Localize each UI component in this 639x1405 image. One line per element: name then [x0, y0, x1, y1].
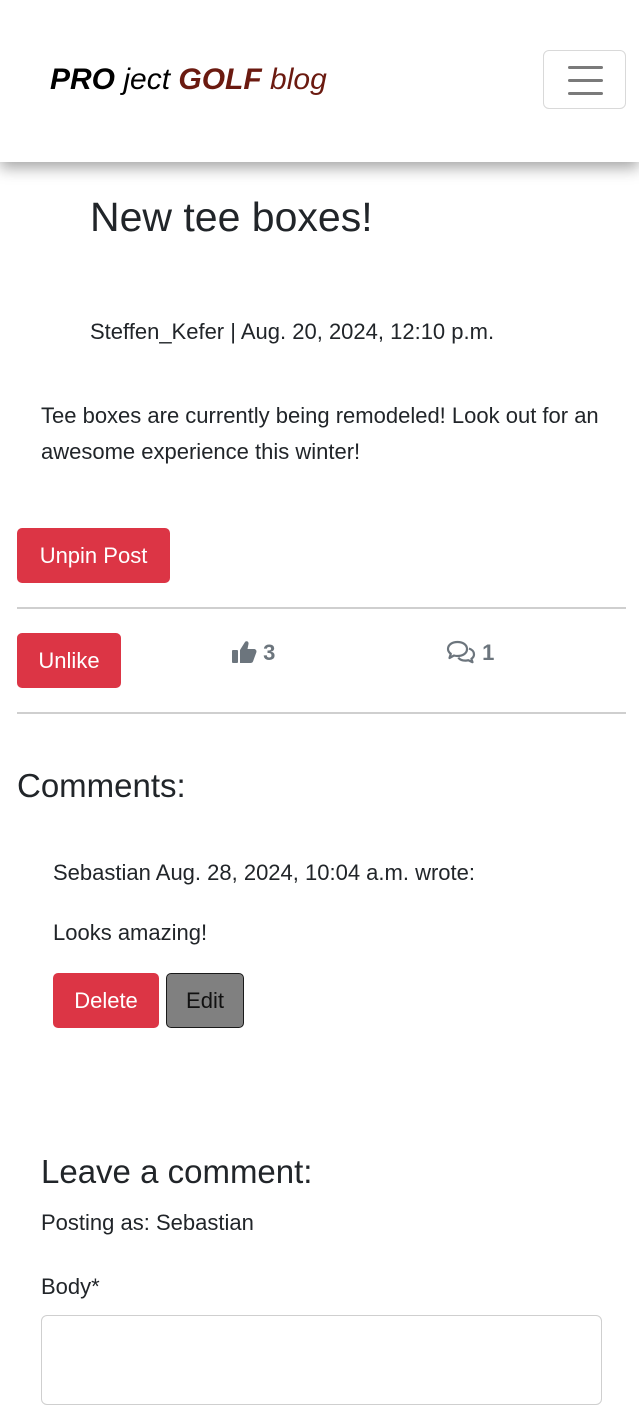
- comment-body-textarea[interactable]: [41, 1315, 602, 1405]
- edit-comment-button[interactable]: Edit: [166, 973, 244, 1028]
- comment-wrote: wrote:: [415, 860, 475, 885]
- comment-author: Sebastian: [53, 860, 151, 885]
- comment-count-value: 1: [482, 640, 495, 665]
- divider-bottom: [17, 712, 626, 714]
- brand-blog: blog: [261, 63, 327, 96]
- post-title: New tee boxes!: [90, 194, 373, 240]
- post-content: Tee boxes are currently being remodeled!…: [41, 403, 599, 464]
- post-author: Steffen_Kefer: [90, 319, 225, 344]
- brand-logo-link[interactable]: PRO ject GOLF blog: [50, 60, 327, 100]
- brand-golf: GOLF: [178, 63, 262, 96]
- unpin-post-button[interactable]: Unpin Post: [17, 528, 170, 583]
- comment-body: Looks amazing!: [53, 920, 208, 945]
- unlike-button[interactable]: Unlike: [17, 633, 121, 688]
- navbar: PRO ject GOLF blog: [0, 0, 639, 162]
- leave-comment-heading: Leave a comment:: [41, 1153, 313, 1190]
- post-date: Aug. 20, 2024, 12:10 p.m.: [240, 319, 495, 344]
- post-meta-separator: |: [224, 319, 241, 344]
- posting-as-label: Posting as:: [41, 1210, 156, 1235]
- body-field-label: Body*: [41, 1274, 100, 1299]
- post-meta: Steffen_Kefer | Aug. 20, 2024, 12:10 p.m…: [90, 316, 494, 348]
- posting-as-user: Sebastian: [155, 1210, 254, 1235]
- like-count: 3: [231, 638, 275, 668]
- thumbs-up-icon: [231, 640, 263, 665]
- comments-heading: Comments:: [17, 767, 186, 804]
- comment-date: Aug. 28, 2024, 10:04 a.m.: [155, 860, 409, 885]
- divider-top: [17, 607, 626, 609]
- like-count-value: 3: [263, 640, 276, 665]
- navbar-toggler-button[interactable]: [543, 50, 626, 109]
- brand-ject: ject: [115, 63, 179, 96]
- comment-header: Sebastian Aug. 28, 2024, 10:04 a.m. wrot…: [53, 857, 475, 889]
- comment-count: 1: [446, 638, 494, 668]
- delete-comment-button[interactable]: Delete: [53, 973, 159, 1028]
- comments-icon: [446, 640, 482, 665]
- brand-pro: PRO: [50, 63, 116, 96]
- posting-as-text: Posting as: Sebastian: [41, 1207, 254, 1239]
